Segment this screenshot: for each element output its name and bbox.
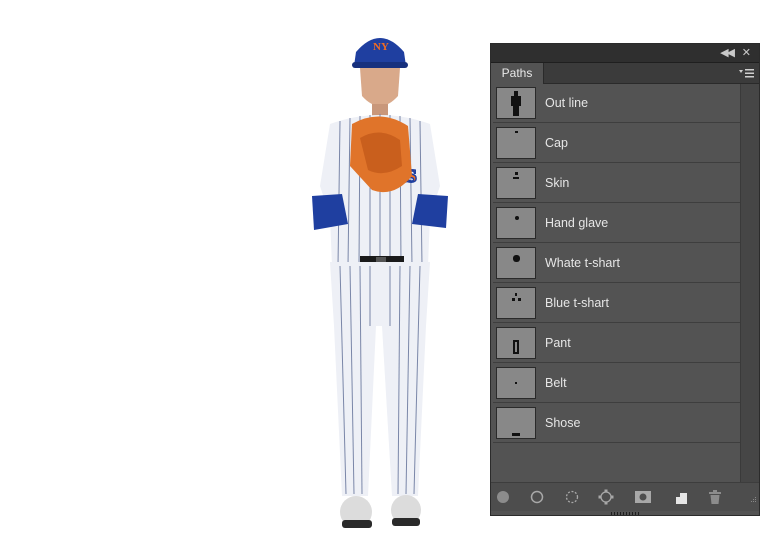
paths-list: Out line Cap Skin Hand glave Whate t-sha…: [493, 84, 741, 482]
new-path-icon[interactable]: [673, 489, 689, 505]
load-as-selection-icon[interactable]: [564, 489, 580, 505]
panel-tabbar: Paths: [491, 63, 759, 84]
path-row-blue-tshirt[interactable]: Blue t-shart: [493, 284, 741, 323]
double-chevron-left-icon[interactable]: ◀◀: [720, 45, 735, 61]
path-row-pant[interactable]: Pant: [493, 324, 741, 363]
path-label: Pant: [545, 336, 571, 350]
path-label: Whate t-shart: [545, 256, 621, 270]
resize-grip-icon[interactable]: [747, 495, 757, 505]
path-thumbnail: [496, 287, 536, 319]
path-thumbnail: [496, 407, 536, 439]
path-row-outline[interactable]: Out line: [493, 84, 741, 123]
path-row-hand-glove[interactable]: Hand glave: [493, 204, 741, 243]
delete-path-icon[interactable]: [707, 489, 723, 505]
path-label: Out line: [545, 96, 589, 110]
path-label: Cap: [545, 136, 568, 150]
tab-paths[interactable]: Paths: [491, 63, 544, 84]
baseball-player-photo: NY ts: [312, 38, 448, 528]
panel-resize-handle[interactable]: [611, 512, 639, 515]
path-row-cap[interactable]: Cap: [493, 124, 741, 163]
stroke-path-icon[interactable]: [529, 489, 545, 505]
path-thumbnail: [496, 247, 536, 279]
close-icon[interactable]: ✕: [742, 45, 751, 61]
path-label: Hand glave: [545, 216, 609, 230]
paths-panel: ◀◀ ✕ Paths Out line Cap Skin Hand glave …: [490, 43, 760, 516]
path-thumbnail: [496, 87, 536, 119]
path-row-white-tshirt[interactable]: Whate t-shart: [493, 244, 741, 283]
paths-toolbar: [491, 482, 759, 511]
fill-path-icon[interactable]: [495, 489, 511, 505]
svg-text:NY: NY: [373, 41, 389, 53]
path-row-belt[interactable]: Belt: [493, 364, 741, 403]
panel-menu-icon[interactable]: [738, 66, 754, 80]
path-row-shoes[interactable]: Shose: [493, 404, 741, 443]
path-label: Belt: [545, 376, 567, 390]
path-label: Blue t-shart: [545, 296, 609, 310]
path-thumbnail: [496, 167, 536, 199]
path-thumbnail: [496, 127, 536, 159]
path-label: Shose: [545, 416, 581, 430]
paths-scrollbar[interactable]: [740, 84, 759, 482]
panel-titlebar[interactable]: ◀◀ ✕: [491, 44, 759, 63]
path-thumbnail: [496, 367, 536, 399]
path-thumbnail: [496, 327, 536, 359]
make-work-path-icon[interactable]: [598, 489, 614, 505]
path-row-skin[interactable]: Skin: [493, 164, 741, 203]
path-label: Skin: [545, 176, 570, 190]
add-mask-icon[interactable]: [634, 489, 652, 505]
path-thumbnail: [496, 207, 536, 239]
